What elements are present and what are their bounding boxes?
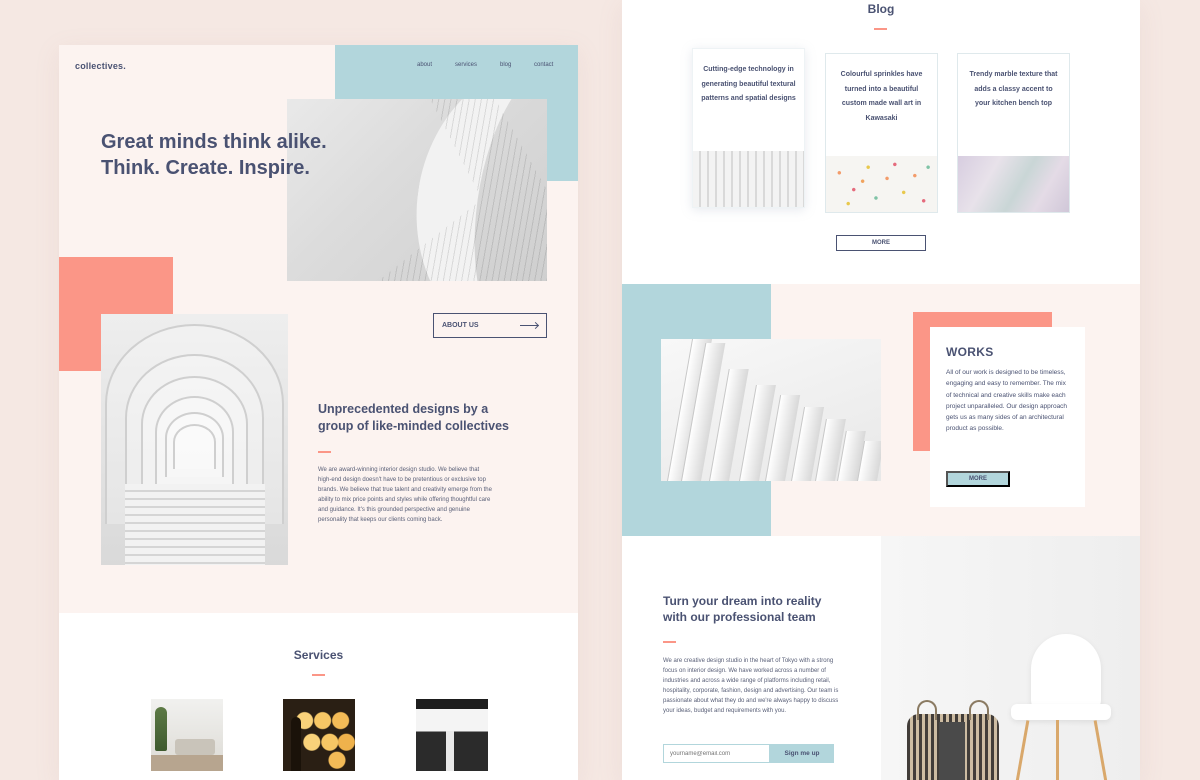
dream-title: Turn your dream into reality with our pr… xyxy=(663,593,863,625)
blog-card-image xyxy=(693,151,804,207)
dream-accent-divider xyxy=(663,641,676,643)
sign-up-button[interactable]: Sign me up xyxy=(770,744,834,763)
about-us-label: ABOUT US xyxy=(442,322,479,329)
subtitle-line-2: group of like-minded collectives xyxy=(318,419,510,433)
architecture-fins-image xyxy=(661,339,881,481)
nav-services[interactable]: services xyxy=(455,62,477,68)
hero-title: Great minds think alike. Think. Create. … xyxy=(101,129,401,181)
works-card: WORKS All of our work is designed to be … xyxy=(930,327,1085,507)
nav-blog[interactable]: blog xyxy=(500,62,511,68)
service-image-interior[interactable] xyxy=(416,699,488,771)
works-title: WORKS xyxy=(946,345,994,359)
nav-about[interactable]: about xyxy=(417,62,432,68)
dream-title-line-1: Turn your dream into reality xyxy=(663,594,822,608)
hero-stairs-image xyxy=(287,99,547,281)
section-subtitle: Unprecedented designs by a group of like… xyxy=(318,401,528,435)
logo[interactable]: collectives. xyxy=(75,61,126,71)
dream-title-line-2: with our professional team xyxy=(663,610,816,624)
about-us-button[interactable]: ABOUT US xyxy=(433,313,547,338)
blog-card-text: Trendy marble texture that adds a classy… xyxy=(969,71,1058,107)
email-input[interactable] xyxy=(663,744,770,763)
services-accent-divider xyxy=(312,674,325,676)
blog-card-text: Colourful sprinkles have turned into a b… xyxy=(840,71,923,122)
dream-body-text: We are creative design studio in the hea… xyxy=(663,658,839,714)
left-page: collectives. about services blog contact… xyxy=(59,45,578,780)
blog-card[interactable]: Cutting-edge technology in generating be… xyxy=(692,48,805,208)
arrow-right-icon xyxy=(520,325,538,326)
blog-more-button[interactable]: MORE xyxy=(836,235,926,251)
right-page: Blog Cutting-edge technology in generati… xyxy=(622,0,1140,780)
blog-card-image xyxy=(826,156,937,212)
subtitle-line-1: Unprecedented designs by a xyxy=(318,402,489,416)
blog-title: Blog xyxy=(867,2,895,16)
nav-contact[interactable]: contact xyxy=(534,62,553,68)
blog-card[interactable]: Trendy marble texture that adds a classy… xyxy=(957,53,1070,213)
blog-accent-divider xyxy=(874,28,887,30)
chair-basket-image xyxy=(881,536,1140,780)
services-title: Services xyxy=(293,648,344,662)
hero-title-line-1: Great minds think alike. xyxy=(101,131,327,153)
blog-card-text: Cutting-edge technology in generating be… xyxy=(701,66,796,102)
arches-image xyxy=(101,314,288,565)
accent-divider xyxy=(318,451,331,453)
works-more-button[interactable]: MORE xyxy=(946,471,1010,487)
blog-card[interactable]: Colourful sprinkles have turned into a b… xyxy=(825,53,938,213)
service-image-plants[interactable] xyxy=(151,699,223,771)
service-image-lights[interactable] xyxy=(283,699,355,771)
works-text: All of our work is designed to be timele… xyxy=(946,369,1068,433)
blog-card-image xyxy=(958,156,1069,212)
hero-title-line-2: Think. Create. Inspire. xyxy=(101,157,310,179)
about-body-text: We are award-winning interior design stu… xyxy=(318,467,492,523)
